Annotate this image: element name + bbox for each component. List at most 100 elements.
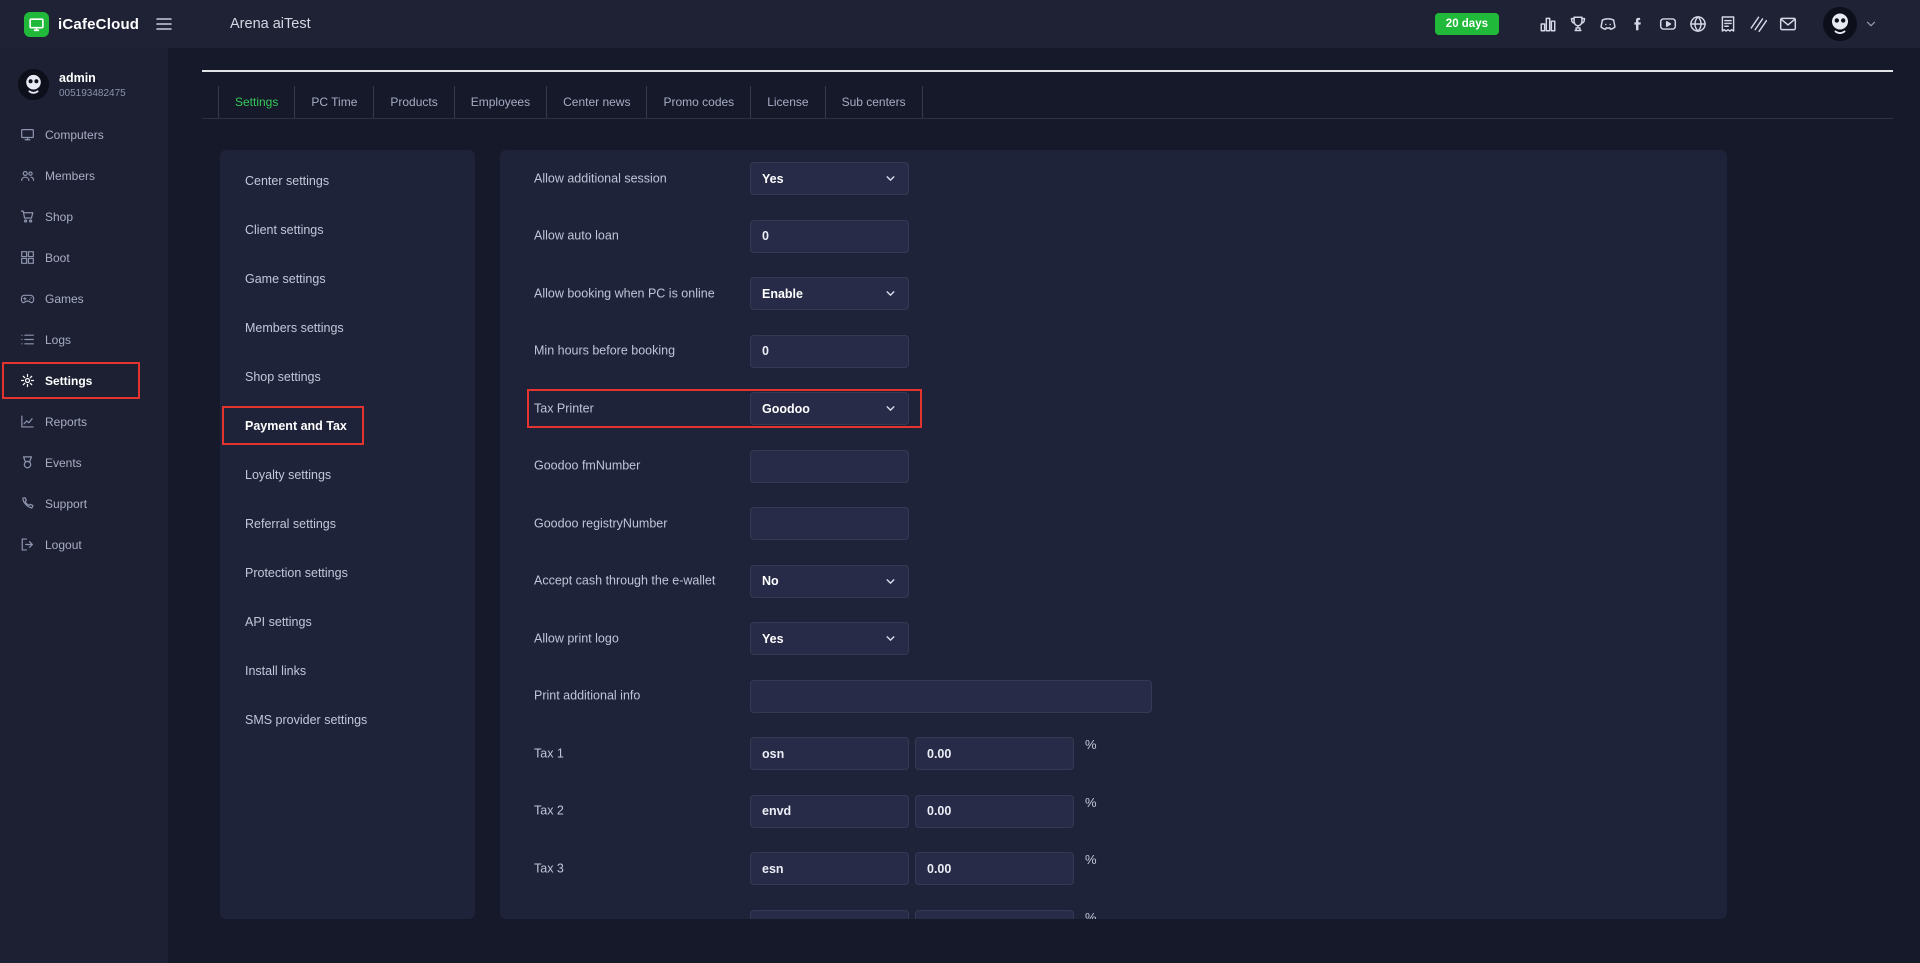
form-row-allow-additional-session: Allow additional sessionYes bbox=[500, 150, 1727, 208]
logs-icon bbox=[20, 332, 35, 347]
podium-icon[interactable] bbox=[1539, 15, 1557, 33]
settings-menu-item-referral-settings[interactable]: Referral settings bbox=[220, 499, 475, 548]
field-control: % bbox=[750, 840, 1097, 898]
sidebar-item-settings[interactable]: Settings bbox=[0, 360, 168, 401]
field-control bbox=[750, 208, 909, 266]
field-label: Goodoo fmNumber bbox=[534, 459, 742, 474]
settings-menu-item-members-settings[interactable]: Members settings bbox=[220, 303, 475, 352]
globe-icon[interactable] bbox=[1689, 15, 1707, 33]
allow-auto-loan-input[interactable] bbox=[750, 220, 909, 253]
select-value: No bbox=[762, 574, 779, 588]
tax-2-rate-input[interactable] bbox=[915, 795, 1074, 828]
tab-pc-time[interactable]: PC Time bbox=[295, 86, 374, 118]
tax-name-input[interactable] bbox=[750, 910, 909, 919]
topbar-right: 20 days bbox=[1435, 7, 1920, 41]
receipt-icon[interactable] bbox=[1719, 15, 1737, 33]
form-row-tax-1: Tax 1% bbox=[500, 725, 1727, 783]
allow-print-logo-select[interactable]: Yes bbox=[750, 622, 909, 655]
settings-menu-item-loyalty-settings[interactable]: Loyalty settings bbox=[220, 450, 475, 499]
menu-item-label: Protection settings bbox=[245, 566, 348, 580]
sidebar-item-events[interactable]: Events bbox=[0, 442, 168, 483]
tab-employees[interactable]: Employees bbox=[455, 86, 547, 118]
percent-suffix: % bbox=[1085, 852, 1097, 867]
youtube-icon[interactable] bbox=[1659, 15, 1677, 33]
sidebar-item-logout[interactable]: Logout bbox=[0, 524, 168, 565]
form-row-clipped: % bbox=[500, 898, 1727, 920]
user-id: 005193482475 bbox=[59, 88, 126, 99]
settings-menu-item-api-settings[interactable]: API settings bbox=[220, 597, 475, 646]
tab-sub-centers[interactable]: Sub centers bbox=[826, 86, 923, 118]
field-control: % bbox=[750, 725, 1097, 783]
min-hours-before-booking-input[interactable] bbox=[750, 335, 909, 368]
settings-menu-item-install-links[interactable]: Install links bbox=[220, 646, 475, 695]
accept-cash-through-the-e-wallet-select[interactable]: No bbox=[750, 565, 909, 598]
field-label: Tax Printer bbox=[534, 401, 742, 416]
layers-icon[interactable] bbox=[1749, 15, 1767, 33]
discord-icon[interactable] bbox=[1599, 15, 1617, 33]
tab-center-news[interactable]: Center news bbox=[547, 86, 647, 118]
field-control: Enable bbox=[750, 265, 909, 323]
tab-settings[interactable]: Settings bbox=[219, 86, 295, 118]
sidebar-item-computers[interactable]: Computers bbox=[0, 114, 168, 155]
settings-menu-item-shop-settings[interactable]: Shop settings bbox=[220, 352, 475, 401]
field-control bbox=[750, 438, 909, 496]
sidebar-item-members[interactable]: Members bbox=[0, 155, 168, 196]
print-additional-info-input[interactable] bbox=[750, 680, 1152, 713]
field-control: No bbox=[750, 553, 909, 611]
trophy-icon[interactable] bbox=[1569, 15, 1587, 33]
sidebar-item-logs[interactable]: Logs bbox=[0, 319, 168, 360]
sidebar-item-shop[interactable]: Shop bbox=[0, 196, 168, 237]
select-value: Goodoo bbox=[762, 402, 810, 416]
hamburger-icon[interactable] bbox=[154, 14, 174, 34]
tax-1-rate-input[interactable] bbox=[915, 737, 1074, 770]
settings-menu-item-center-settings[interactable]: Center settings bbox=[220, 156, 475, 205]
allow-booking-when-pc-is-online-select[interactable]: Enable bbox=[750, 277, 909, 310]
menu-item-label: Members settings bbox=[245, 321, 344, 335]
form-row-print-additional-info: Print additional info bbox=[500, 668, 1727, 726]
field-control: Yes bbox=[750, 150, 909, 208]
menu-item-label: Center settings bbox=[245, 174, 329, 188]
field-label: Min hours before booking bbox=[534, 344, 742, 359]
chevron-down-icon bbox=[884, 632, 897, 645]
sidebar-item-boot[interactable]: Boot bbox=[0, 237, 168, 278]
tax-3-rate-input[interactable] bbox=[915, 852, 1074, 885]
tax-3-name-input[interactable] bbox=[750, 852, 909, 885]
menu-item-label: Referral settings bbox=[245, 517, 336, 531]
tax-1-name-input[interactable] bbox=[750, 737, 909, 770]
facebook-icon[interactable] bbox=[1629, 15, 1647, 33]
sidebar-item-reports[interactable]: Reports bbox=[0, 401, 168, 442]
settings-menu-item-game-settings[interactable]: Game settings bbox=[220, 254, 475, 303]
tax-rate-input[interactable] bbox=[915, 910, 1074, 919]
goodoo-registrynumber-input[interactable] bbox=[750, 507, 909, 540]
settings-menu-item-sms-provider-settings[interactable]: SMS provider settings bbox=[220, 695, 475, 744]
tabs-underline bbox=[202, 118, 1893, 119]
days-left-badge[interactable]: 20 days bbox=[1435, 13, 1499, 35]
settings-menu-item-client-settings[interactable]: Client settings bbox=[220, 205, 475, 254]
field-label: Tax 2 bbox=[534, 804, 742, 819]
goodoo-fmnumber-input[interactable] bbox=[750, 450, 909, 483]
tab-license[interactable]: License bbox=[751, 86, 825, 118]
cart-icon bbox=[20, 209, 35, 224]
mail-icon[interactable] bbox=[1779, 15, 1797, 33]
user-avatar[interactable] bbox=[1823, 7, 1857, 41]
sidebar-item-support[interactable]: Support bbox=[0, 483, 168, 524]
settings-menu-item-payment-and-tax[interactable]: Payment and Tax bbox=[220, 401, 475, 450]
tax-2-name-input[interactable] bbox=[750, 795, 909, 828]
tab-products[interactable]: Products bbox=[374, 86, 454, 118]
topbar: iCafeCloud Arena aiTest 20 days bbox=[0, 0, 1920, 48]
sidebar-user[interactable]: admin 005193482475 bbox=[18, 69, 126, 100]
settings-menu-item-protection-settings[interactable]: Protection settings bbox=[220, 548, 475, 597]
select-value: Yes bbox=[762, 632, 784, 646]
percent-suffix: % bbox=[1085, 737, 1097, 752]
reports-icon bbox=[20, 414, 35, 429]
sidebar-item-games[interactable]: Games bbox=[0, 278, 168, 319]
sidebar-item-label: Members bbox=[45, 169, 95, 183]
phone-icon bbox=[20, 496, 35, 511]
tax-printer-select[interactable]: Goodoo bbox=[750, 392, 909, 425]
chevron-down-icon[interactable] bbox=[1864, 17, 1878, 31]
allow-additional-session-select[interactable]: Yes bbox=[750, 162, 909, 195]
brand[interactable]: iCafeCloud bbox=[0, 12, 150, 37]
chevron-down-icon bbox=[884, 287, 897, 300]
boot-icon bbox=[20, 250, 35, 265]
tab-promo-codes[interactable]: Promo codes bbox=[647, 86, 751, 118]
